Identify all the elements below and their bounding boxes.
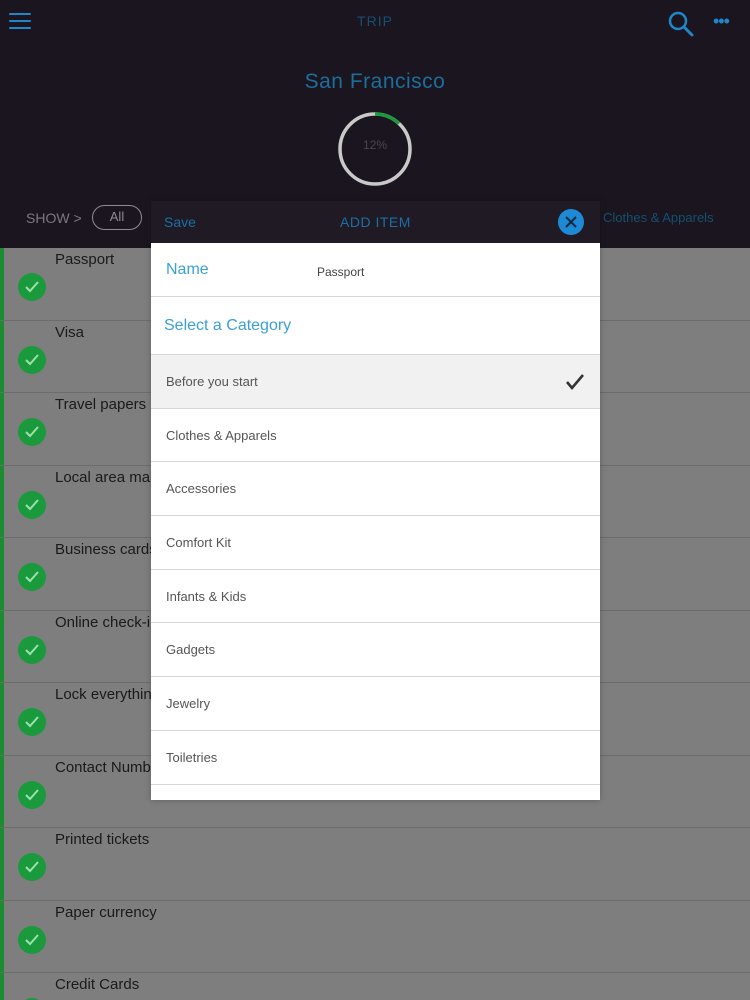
completion-bar	[0, 393, 4, 465]
completion-bar	[0, 900, 4, 972]
trip-city: San Francisco	[304, 70, 446, 93]
show-filter-label[interactable]: SHOW >	[26, 210, 82, 226]
category-option[interactable]: Clothes & Apparels	[151, 409, 600, 463]
item-title: Travel papers	[55, 396, 147, 413]
category-option-label: Clothes & Apparels	[166, 427, 277, 443]
completion-bar	[0, 320, 4, 392]
checklist-item[interactable]: Printed tickets	[0, 828, 750, 901]
item-title: Paper currency	[55, 903, 157, 921]
completion-bar	[0, 828, 4, 900]
completion-bar	[0, 610, 4, 682]
item-title: Lock everythin	[55, 686, 152, 703]
category-option[interactable]: Before you start	[151, 355, 600, 409]
completion-bar	[0, 465, 4, 537]
completion-bar	[0, 538, 4, 610]
item-title: Passport	[55, 251, 115, 268]
category-option[interactable]: Accessories	[151, 462, 600, 517]
select-category-label: Select a Category	[164, 317, 292, 334]
more-options-icon[interactable]: •••	[713, 12, 737, 32]
check-icon[interactable]	[18, 925, 46, 954]
category-option-label: Toiletries	[166, 749, 218, 765]
category-option-label: Jewelry	[166, 696, 211, 712]
check-icon[interactable]	[18, 853, 46, 881]
check-icon[interactable]	[18, 418, 46, 446]
item-title: Printed tickets	[55, 831, 150, 848]
add-item-dialog: Save ADD ITEM Name Passport Select a Cat…	[151, 201, 600, 800]
name-input[interactable]: Passport	[317, 265, 364, 279]
close-icon	[565, 216, 577, 228]
filter-all-button[interactable]: All	[92, 205, 142, 230]
name-label: Name	[166, 261, 209, 278]
name-field-row[interactable]: Name Passport	[151, 243, 600, 297]
item-title: Credit Cards	[55, 976, 140, 993]
item-title: Business cards	[55, 541, 157, 558]
category-option-label: Comfort Kit	[166, 535, 232, 551]
item-title: Visa	[55, 323, 84, 341]
item-title: Contact Numb	[55, 758, 151, 776]
filter-category-tab[interactable]: Clothes & Apparels	[603, 210, 714, 225]
completion-bar	[0, 683, 4, 755]
close-button[interactable]	[558, 209, 584, 235]
category-list: Before you start Clothes & Apparels Access…	[151, 355, 600, 785]
category-option-label: Gadgets	[166, 642, 216, 658]
checklist-item[interactable]: Paper currency	[0, 900, 750, 973]
checkmark-icon	[566, 374, 584, 391]
dialog-title: ADD ITEM	[340, 214, 411, 230]
dialog-header: Save ADD ITEM	[151, 201, 600, 243]
completion-bar	[0, 755, 4, 827]
check-icon[interactable]	[18, 780, 46, 809]
category-option[interactable]: Jewelry	[151, 677, 600, 731]
item-title: Online check-i	[55, 613, 151, 631]
item-title: Local area ma	[55, 468, 151, 486]
page-title: TRIP	[357, 13, 393, 29]
completion-bar	[0, 973, 4, 1000]
category-option[interactable]: Comfort Kit	[151, 516, 600, 570]
category-option[interactable]: Infants & Kids	[151, 570, 600, 624]
search-icon[interactable]	[667, 10, 695, 38]
category-option-label: Accessories	[166, 481, 237, 497]
completion-bar	[0, 248, 4, 320]
checklist-item[interactable]: Credit Cards	[0, 973, 750, 1000]
check-icon[interactable]	[18, 345, 46, 374]
progress-percent: 12%	[362, 138, 388, 152]
check-icon[interactable]	[18, 490, 46, 519]
check-icon[interactable]	[18, 273, 46, 301]
check-icon[interactable]	[18, 635, 46, 664]
check-icon[interactable]	[18, 563, 46, 591]
category-option-label: Infants & Kids	[166, 588, 247, 604]
category-option-label: Before you start	[166, 374, 258, 389]
category-option[interactable]: Toiletries	[151, 731, 600, 785]
category-header-row: Select a Category	[151, 297, 600, 355]
check-icon[interactable]	[18, 708, 46, 736]
category-option[interactable]: Gadgets	[151, 623, 600, 678]
